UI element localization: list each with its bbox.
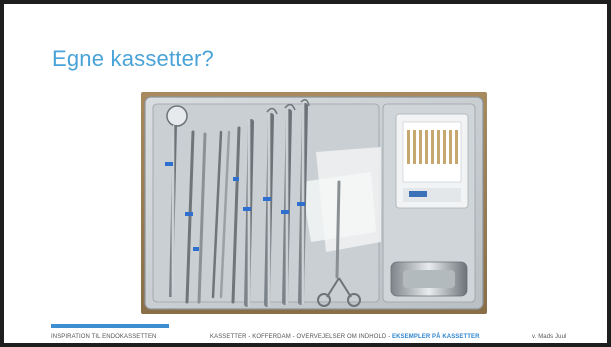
footer-accent-bar: [51, 324, 169, 328]
footer-nav-item-kassetter[interactable]: KASSETTER: [210, 334, 247, 340]
slide-title: Egne kassetter?: [52, 46, 214, 71]
instrument-tray-photo: [141, 92, 487, 314]
slide: Egne kassetter? INSPIRATION TIL ENDOKASS…: [4, 4, 607, 343]
footer-nav-item-overvejelser[interactable]: OVERVEJELSER OM INDHOLD: [296, 334, 386, 340]
footer-nav-item-eksempler[interactable]: EKSEMPLER PÅ KASSETTER: [392, 334, 480, 340]
footer-author: v. Mads Juul: [532, 334, 567, 340]
footer-nav: KASSETTER - KOFFERDAM - OVERVEJELSER OM …: [210, 334, 480, 340]
footer-left-text: INSPIRATION TIL ENDOKASSETTEN: [51, 334, 157, 340]
footer-nav-item-kofferdam[interactable]: KOFFERDAM: [252, 334, 291, 340]
